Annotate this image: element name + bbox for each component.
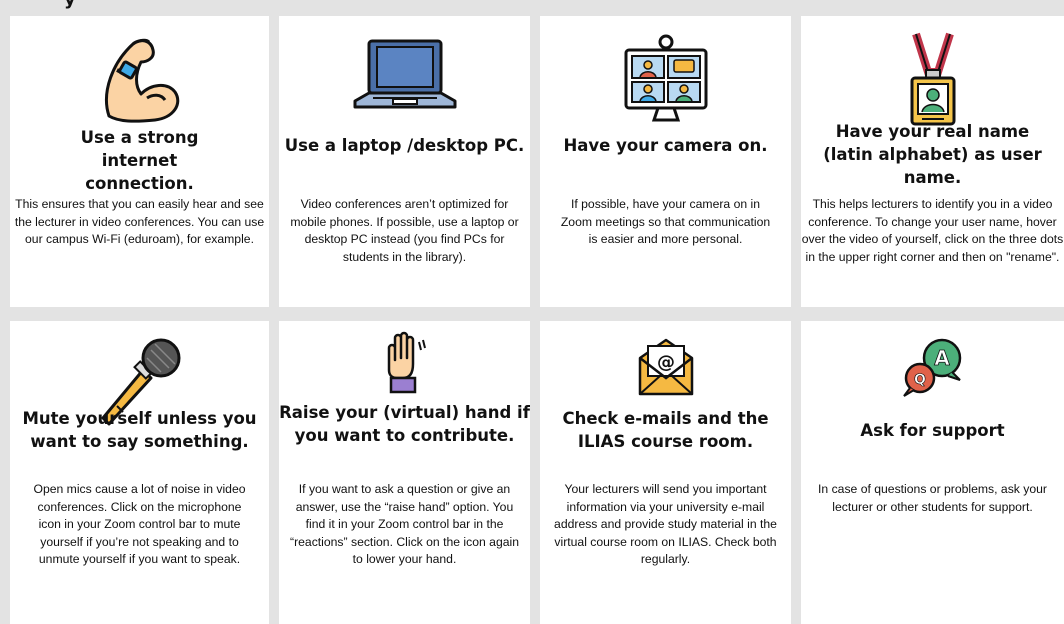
card-raise-hand: Raise your (virtual) hand if you want to…	[279, 321, 530, 624]
card-title: Mute yourself unless you want to say som…	[22, 409, 257, 451]
card-camera: Have your camera on. If possible, have y…	[540, 16, 791, 307]
video-conference-monitor-icon	[540, 30, 791, 130]
header-fragment: y	[64, 0, 76, 10]
card-mute: Mute yourself unless you want to say som…	[10, 321, 269, 624]
svg-text:Q: Q	[914, 372, 926, 388]
top-strip: y	[0, 0, 1064, 16]
card-check-emails: @ Check e-mails and the ILIAS course roo…	[540, 321, 791, 624]
id-badge-icon	[801, 30, 1064, 130]
svg-text:@: @	[657, 352, 675, 373]
laptop-icon	[279, 30, 530, 130]
email-envelope-icon: @	[540, 329, 791, 403]
card-title: Have your camera on.	[563, 136, 768, 155]
flexed-arm-icon	[10, 30, 269, 130]
card-body: If you want to ask a question or give an…	[290, 482, 519, 566]
card-internet-connection: Use a strong internet connection. This e…	[10, 16, 269, 307]
card-body: In case of questions or problems, ask yo…	[818, 482, 1047, 514]
chat-bubbles-icon: A Q	[801, 331, 1064, 401]
card-real-name: Have your real name (latin alphabet) as …	[801, 16, 1064, 307]
svg-text:A: A	[934, 346, 950, 370]
card-body: Open mics cause a lot of noise in video …	[33, 482, 246, 566]
card-title: Use a laptop /desktop PC.	[284, 136, 525, 155]
card-ask-support: A Q Ask for support In case of questions…	[801, 321, 1064, 624]
card-title: Check e-mails and the ILIAS course room.	[562, 409, 769, 451]
card-laptop: Use a laptop /desktop PC. Video conferen…	[279, 16, 530, 307]
card-body: If possible, have your camera on in Zoom…	[560, 197, 771, 246]
card-title: Raise your (virtual) hand if you want to…	[279, 403, 530, 445]
card-title: Have your real name (latin alphabet) as …	[823, 122, 1042, 187]
card-title: Ask for support	[860, 421, 1005, 440]
raised-hand-icon	[279, 327, 530, 397]
card-body: Your lecturers will send you important i…	[554, 482, 777, 566]
card-body: Video conferences aren’t optimized for m…	[290, 197, 519, 264]
card-body: This helps lecturers to identify you in …	[801, 197, 1064, 264]
card-body: This ensures that you can easily hear an…	[14, 197, 265, 246]
card-title: Use a strong internet connection.	[80, 128, 199, 193]
